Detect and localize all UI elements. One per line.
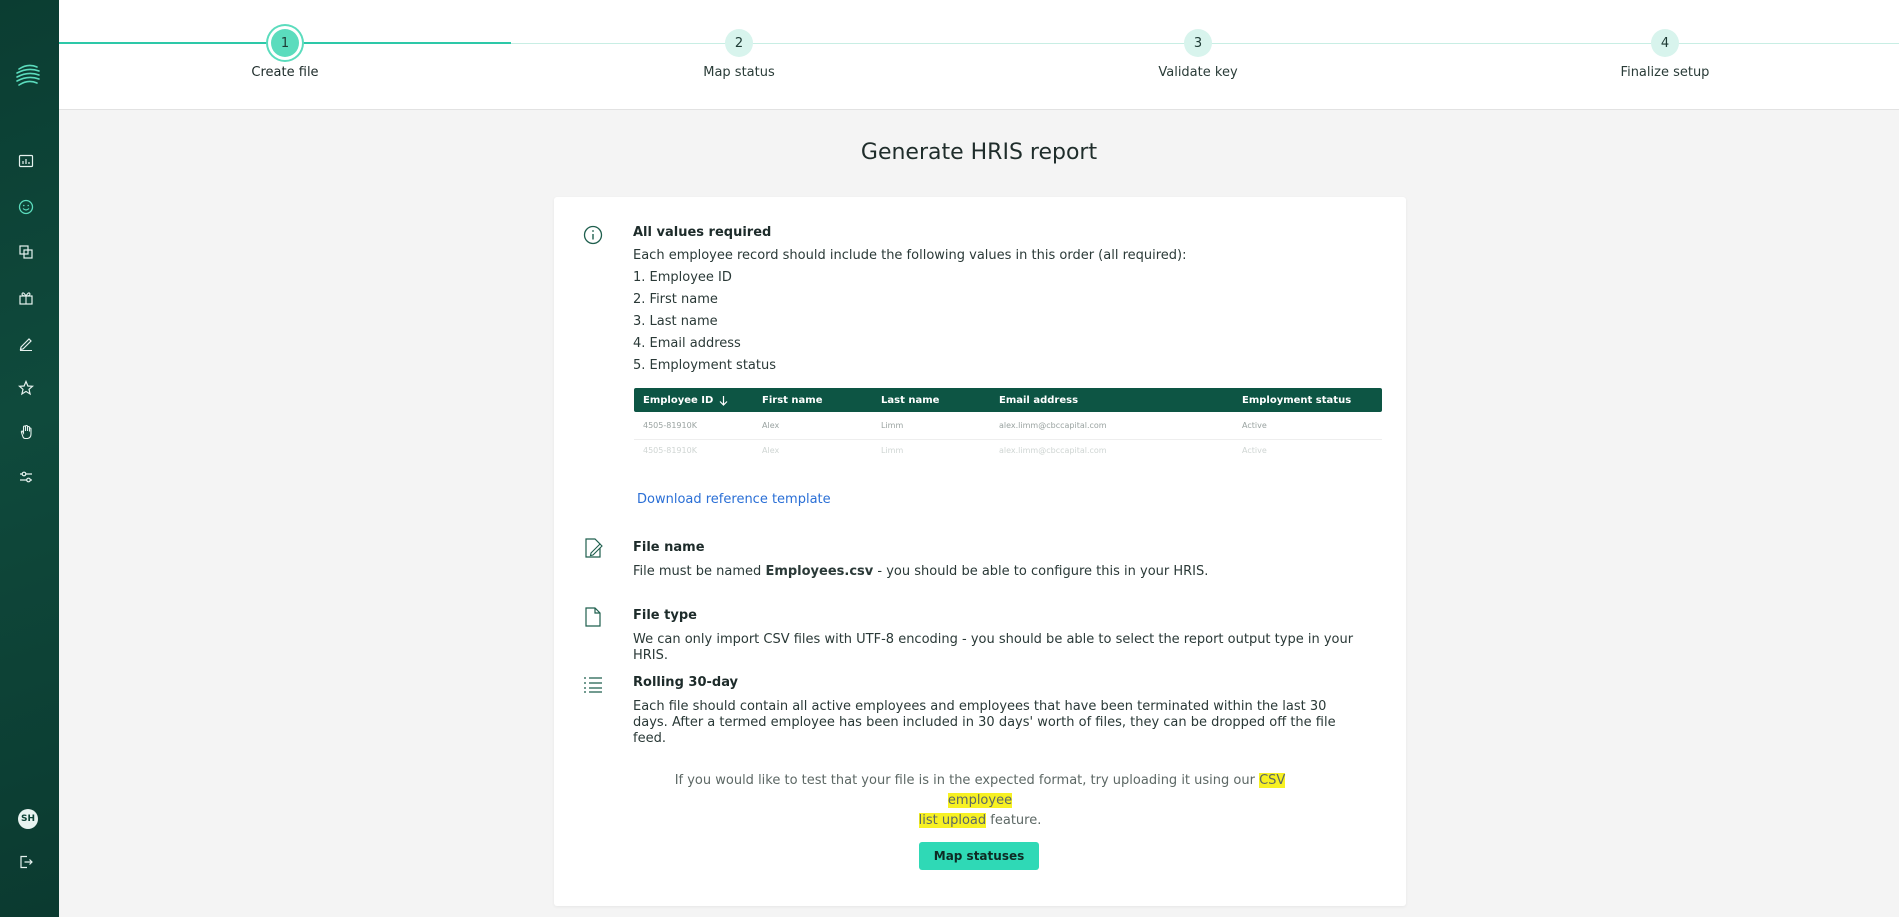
text-span: If you would like to test that your file… [674,773,1260,788]
section-text: We can only import CSV files with UTF-8 … [633,632,1354,663]
column-header: Last name [881,394,940,406]
list-item: 2. First name [633,292,718,307]
step-create-file[interactable]: 1 Create file [205,29,365,80]
step-map-status[interactable]: 2 Map status [659,29,819,80]
text-span: feature. [986,813,1042,828]
section-heading: All values required [633,225,772,240]
hand-icon[interactable] [15,421,37,443]
step-validate-key[interactable]: 3 Validate key [1118,29,1278,80]
file-icon [585,607,601,627]
sidebar: SH [0,0,59,917]
reference-table: Employee ID First name Last name Email a… [634,388,1382,456]
section-heading: File type [633,608,697,623]
table-cell: 4505-81910K [643,421,697,430]
list-item: 4. Email address [633,336,741,351]
table-cell: Active [1242,446,1267,455]
brand-logo-icon[interactable] [13,60,43,90]
section-text: Each file should contain all active empl… [633,699,1336,746]
logout-icon[interactable] [15,851,37,873]
map-statuses-button[interactable]: Map statuses [919,842,1039,870]
section-text: File must be named Employees.csv - you s… [633,564,1373,580]
star-icon[interactable] [15,377,37,399]
gift-icon[interactable] [15,287,37,309]
step-finalize-setup[interactable]: 4 Finalize setup [1585,29,1745,80]
section-heading: Rolling 30-day [633,675,739,690]
file-edit-icon [585,538,603,558]
required-file-name: Employees.csv [765,564,874,579]
step-label: Validate key [1158,65,1238,80]
table-cell: Alex [762,446,780,455]
file-type-section: File type We can only import CSV files w… [633,608,1373,664]
table-cell: Limm [881,421,904,430]
copy-icon[interactable] [15,241,37,263]
table-row: 4505-81910K Alex Limm alex.limm@cbccapit… [634,412,1382,440]
values-section: All values required Each employee record… [633,225,1373,377]
column-header: Email address [999,394,1079,406]
column-header: Employee ID [643,394,714,406]
table-cell: alex.limm@cbccapital.com [999,421,1107,430]
list-item: 3. Last name [633,314,718,329]
instructions-card: All values required Each employee record… [554,197,1406,906]
sliders-icon[interactable] [15,466,37,488]
table-header: Employee ID First name Last name Email a… [634,388,1382,412]
table-cell: 4505-81910K [643,446,697,455]
list-item: 1. Employee ID [633,270,732,285]
setup-stepper: 1 Create file 2 Map status 3 Validate ke… [59,0,1899,110]
step-label: Create file [251,65,319,80]
sort-arrow-down-icon [719,395,728,406]
section-heading: File name [633,540,705,555]
step-number: 2 [725,29,753,57]
smiley-icon[interactable] [15,196,37,218]
table-cell: Alex [762,421,780,430]
text-span: File must be named [633,564,766,579]
step-number: 3 [1184,29,1212,57]
required-values-list: 1. Employee ID 2. First name 3. Last nam… [633,267,1373,377]
step-number: 4 [1651,29,1679,57]
rolling-section: Rolling 30-day Each file should contain … [633,675,1343,747]
table-cell: Active [1242,421,1267,430]
download-link-text[interactable]: Download reference template [637,492,831,507]
analytics-icon[interactable] [15,150,37,172]
table-row: 4505-81910K Alex Limm alex.limm@cbccapit… [634,440,1382,456]
step-label: Finalize setup [1620,65,1710,80]
table-cell: alex.limm@cbccapital.com [999,446,1107,455]
column-header: Employment status [1242,394,1352,406]
download-template-link[interactable]: Download reference template [637,488,831,507]
column-header: First name [762,394,823,406]
file-name-section: File name File must be named Employees.c… [633,540,1373,580]
csv-upload-link[interactable]: list upload [918,813,987,828]
info-icon [583,225,603,245]
test-upload-note: If you would like to test that your file… [650,771,1310,831]
table-cell: Limm [881,446,904,455]
section-text: Each employee record should include the … [633,248,1187,263]
avatar[interactable]: SH [18,809,38,829]
step-number: 1 [271,29,299,57]
step-label: Map status [703,65,775,80]
list-item: 5. Employment status [633,358,776,373]
pen-icon[interactable] [15,332,37,354]
text-span: - you should be able to configure this i… [873,564,1209,579]
page-title: Generate HRIS report [860,140,1098,165]
list-icon [584,677,602,693]
